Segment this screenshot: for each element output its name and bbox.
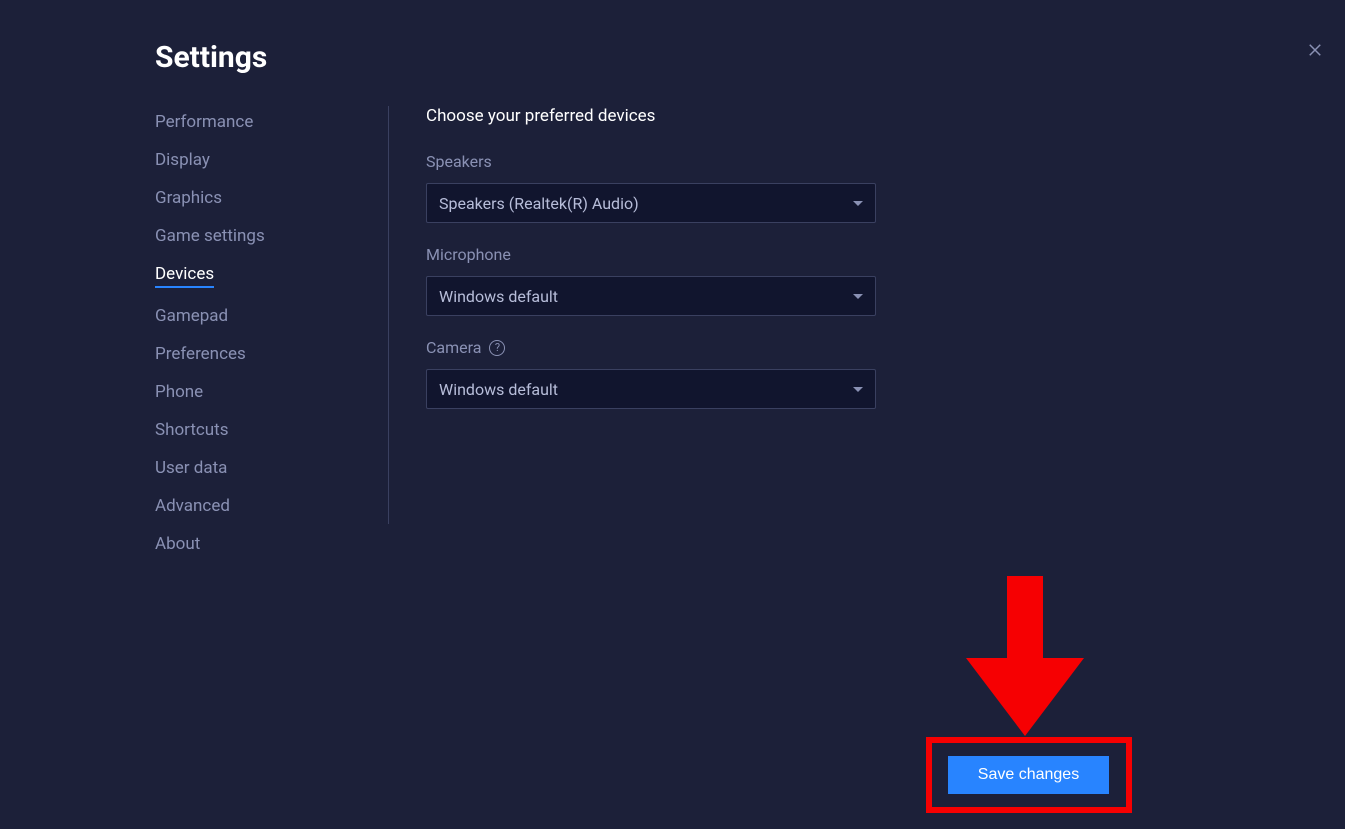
speakers-label: Speakers: [426, 152, 926, 171]
sidebar-item-devices[interactable]: Devices: [155, 264, 214, 288]
sidebar-item-display[interactable]: Display: [155, 150, 210, 170]
microphone-label: Microphone: [426, 245, 926, 264]
sidebar-item-about[interactable]: About: [155, 534, 200, 554]
microphone-value: Windows default: [439, 287, 558, 306]
camera-value: Windows default: [439, 380, 558, 399]
sidebar-item-advanced[interactable]: Advanced: [155, 496, 230, 516]
microphone-select[interactable]: Windows default: [426, 276, 876, 316]
speakers-select[interactable]: Speakers (Realtek(R) Audio): [426, 183, 876, 223]
chevron-down-icon: [853, 294, 863, 299]
vertical-divider: [388, 106, 389, 524]
sidebar-item-game-settings[interactable]: Game settings: [155, 226, 265, 246]
camera-label-row: Camera ?: [426, 338, 926, 357]
sidebar-item-user-data[interactable]: User data: [155, 458, 227, 478]
sidebar-item-gamepad[interactable]: Gamepad: [155, 306, 228, 326]
annotation-arrow-icon: [966, 576, 1084, 736]
chevron-down-icon: [853, 201, 863, 206]
sidebar-item-phone[interactable]: Phone: [155, 382, 203, 402]
save-changes-button[interactable]: Save changes: [948, 756, 1109, 794]
settings-sidebar: Performance Display Graphics Game settin…: [155, 112, 355, 554]
field-speakers: Speakers Speakers (Realtek(R) Audio): [426, 152, 926, 223]
field-camera: Camera ? Windows default: [426, 338, 926, 409]
close-icon: [1306, 41, 1324, 59]
speakers-value: Speakers (Realtek(R) Audio): [439, 194, 639, 213]
sidebar-item-performance[interactable]: Performance: [155, 112, 253, 132]
section-header: Choose your preferred devices: [426, 106, 926, 126]
sidebar-item-preferences[interactable]: Preferences: [155, 344, 246, 364]
sidebar-item-graphics[interactable]: Graphics: [155, 188, 222, 208]
page-title: Settings: [155, 40, 267, 75]
camera-select[interactable]: Windows default: [426, 369, 876, 409]
chevron-down-icon: [853, 387, 863, 392]
main-panel: Choose your preferred devices Speakers S…: [426, 106, 926, 431]
help-icon[interactable]: ?: [489, 340, 505, 356]
field-microphone: Microphone Windows default: [426, 245, 926, 316]
sidebar-item-shortcuts[interactable]: Shortcuts: [155, 420, 229, 440]
camera-label: Camera: [426, 338, 481, 357]
close-button[interactable]: [1303, 38, 1327, 62]
